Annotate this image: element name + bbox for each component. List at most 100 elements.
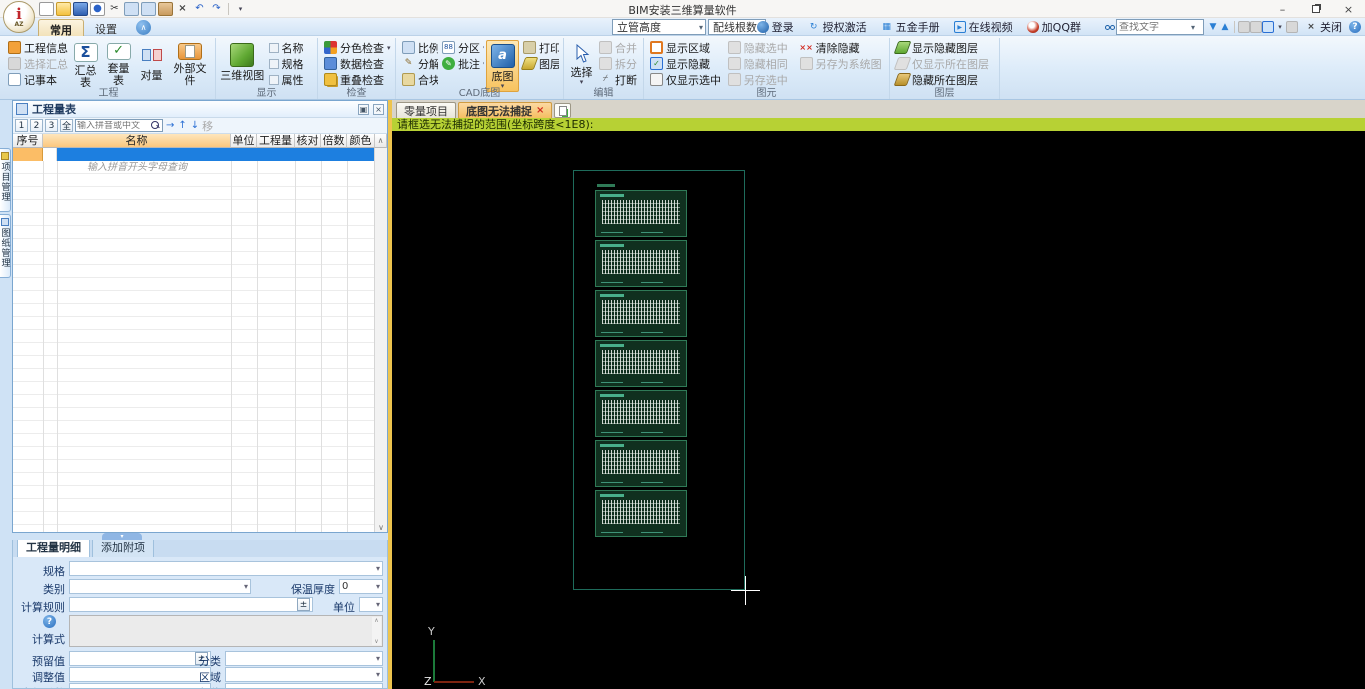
tab-zero-quantity[interactable]: 零量项目 [396, 102, 456, 118]
show-hidden-button[interactable]: ✓ 显示隐藏 [648, 56, 724, 71]
collapse-ribbon-button[interactable]: ∧ [136, 19, 151, 35]
filter-1-button[interactable]: 1 [15, 119, 28, 132]
select-button[interactable]: 选择 ▾ [568, 40, 595, 87]
cut-icon[interactable]: ✂ [107, 2, 122, 16]
app-logo[interactable]: i AZ [3, 1, 35, 33]
paste-icon[interactable] [158, 2, 173, 16]
quantity-table-button[interactable]: ✓ 套量表 [103, 40, 134, 87]
login-button[interactable]: 登录 [756, 19, 794, 35]
screen-dropdown-icon[interactable]: ▾ [1274, 21, 1286, 33]
print-preview-icon[interactable]: ● [90, 2, 105, 16]
summary-table-button[interactable]: Σ 汇总表 [70, 40, 101, 87]
view-3d-button[interactable]: 三维视图 [220, 40, 265, 87]
spec-checkbox[interactable]: 规格 [267, 57, 313, 72]
new-file-icon[interactable] [39, 2, 54, 16]
online-video-button[interactable]: ▶ 在线视频 [953, 19, 1013, 35]
calc-rule-picker-button[interactable]: ± [297, 598, 310, 611]
calc-rule-input[interactable]: ± [69, 597, 313, 612]
formula-help-icon[interactable]: ? [43, 615, 56, 628]
column-header-unit[interactable]: 单位 [231, 134, 257, 148]
qat-more-icon[interactable]: ▾ [233, 2, 248, 16]
show-hidden-layers-button[interactable]: 显示隐藏图层 [894, 40, 991, 55]
name-checkbox[interactable]: 名称 [267, 41, 313, 56]
delete-icon[interactable]: × [175, 2, 190, 16]
sidebar-tab-drawing-manage[interactable]: 图纸管理 [0, 214, 11, 278]
formula-scrollbar[interactable]: ∧ ∨ [372, 617, 381, 645]
floor-plan-block[interactable] [595, 440, 687, 487]
filter-2-button[interactable]: 2 [30, 119, 43, 132]
filter-3-button[interactable]: 3 [45, 119, 58, 132]
move-down-button[interactable]: ↓ [190, 120, 200, 131]
floor-plan-block[interactable] [595, 340, 687, 387]
tab-home[interactable]: 常用 [38, 18, 84, 37]
filter-all-button[interactable]: 全 [60, 119, 73, 132]
qq-group-button[interactable]: 加QQ群 [1026, 19, 1081, 35]
panel-close-button[interactable]: × [373, 103, 384, 115]
tab-quantity-detail[interactable]: 工程量明细 [17, 540, 90, 557]
category-select[interactable]: ▾ [69, 579, 251, 594]
tab-basemap-capture[interactable]: 底图无法捕捉 × [458, 102, 553, 118]
copy-icon[interactable] [124, 2, 139, 16]
help-icon[interactable]: ? [1349, 21, 1361, 33]
external-file-button[interactable]: 外部文件 [169, 40, 211, 87]
minimize-button[interactable]: – [1266, 0, 1299, 18]
cad-canvas[interactable]: Y X Z [392, 131, 1365, 689]
insulation-select[interactable]: 0 ▾ [339, 579, 383, 594]
close-button[interactable]: × [1332, 0, 1365, 18]
pinyin-search-input[interactable] [77, 120, 151, 131]
find-prev-button[interactable]: ▲ [1219, 21, 1231, 33]
column-header-check[interactable]: 核对 [295, 134, 321, 148]
new-drawing-button[interactable] [554, 103, 572, 118]
find-next-button[interactable]: ▼ [1207, 21, 1219, 33]
undo-icon[interactable]: ↶ [192, 2, 207, 16]
quantity-table-body[interactable]: 输入拼音开头字母查询 ∨ [13, 148, 387, 532]
tab-settings[interactable]: 设置 [84, 19, 128, 36]
open-folder-icon[interactable] [56, 2, 71, 16]
find-text-input[interactable] [1119, 21, 1191, 33]
clear-hidden-button[interactable]: ×× 清除隐藏 [798, 40, 885, 55]
scale-button[interactable]: 比例 [400, 40, 438, 55]
region-select[interactable]: ▾ [225, 667, 383, 682]
column-header-no[interactable]: 序号 [13, 134, 43, 148]
unit-select[interactable]: ▾ [359, 597, 383, 612]
hardware-manual-button[interactable]: ▦ 五金手册 [881, 19, 939, 35]
activate-button[interactable]: ↻ 授权激活 [808, 19, 867, 35]
save-icon[interactable] [73, 2, 88, 16]
annotate-button[interactable]: ✎批注▾ [440, 56, 484, 71]
floor-plan-block[interactable] [595, 390, 687, 437]
project-info-button[interactable]: 工程信息 [6, 40, 68, 55]
floor-plan-block[interactable] [595, 490, 687, 537]
pinyin-search-box[interactable] [75, 119, 163, 132]
column-header-qty[interactable]: 工程量 [257, 134, 295, 148]
floor-plan-block[interactable] [595, 190, 687, 237]
formula-textarea[interactable]: ∧ ∨ [69, 615, 383, 647]
find-text-combobox[interactable]: ▾ [1116, 19, 1204, 35]
column-header-mult[interactable]: 倍数 [321, 134, 347, 148]
close-drawing-button[interactable]: × 关闭 [1305, 19, 1342, 35]
layer-button[interactable]: 图层 [521, 56, 559, 71]
explode-button[interactable]: ✎ 分解 [400, 56, 438, 71]
vertical-scrollbar[interactable]: ∨ [374, 148, 387, 532]
scroll-up-icon[interactable]: ∧ [375, 134, 387, 148]
splitter-handle[interactable]: ▾ [102, 533, 142, 540]
sidebar-tab-project-manage[interactable]: 项目管理 [0, 148, 11, 212]
floor-plan-block[interactable] [595, 290, 687, 337]
classify-select[interactable]: ▾ [225, 651, 383, 666]
spec-select[interactable]: ▾ [69, 561, 383, 576]
locate-button[interactable]: → [165, 120, 175, 131]
duplicate-icon[interactable] [141, 2, 156, 16]
show-area-button[interactable]: 显示区域 [648, 40, 724, 55]
tab-add-attachment[interactable]: 添加附项 [92, 540, 154, 557]
tab-close-icon[interactable]: × [536, 105, 544, 116]
print-button[interactable]: 打印 [521, 40, 559, 55]
pin-button[interactable]: ▣ [358, 103, 369, 115]
zone-button[interactable]: 88分区▾ [440, 40, 484, 55]
horizontal-splitter[interactable]: ▾ [12, 533, 388, 540]
screen-icon[interactable] [1262, 21, 1274, 33]
move-up-button[interactable]: ↑ [177, 120, 187, 131]
selected-row[interactable] [13, 148, 375, 161]
color-check-button[interactable]: 分色检查 ▾ [322, 40, 393, 55]
restore-button[interactable] [1299, 0, 1332, 18]
scroll-down-icon[interactable]: ∨ [378, 523, 384, 532]
data-check-button[interactable]: 数据检查 [322, 56, 393, 71]
